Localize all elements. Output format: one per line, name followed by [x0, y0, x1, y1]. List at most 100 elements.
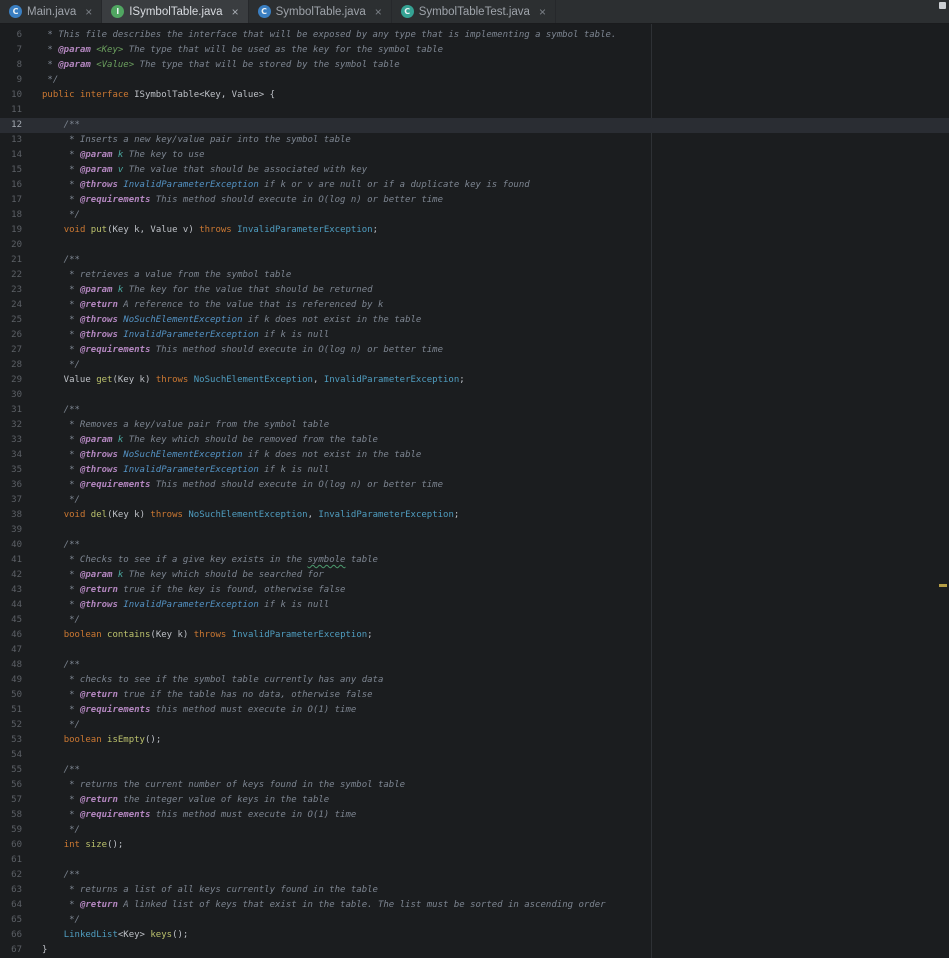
line-number[interactable]: 59: [0, 823, 22, 838]
inspections-indicator[interactable]: [939, 2, 946, 9]
line-number[interactable]: 31: [0, 403, 22, 418]
line-number[interactable]: 38: [0, 508, 22, 523]
code-line[interactable]: 30: [0, 388, 949, 403]
code-line[interactable]: 54: [0, 748, 949, 763]
close-icon[interactable]: ×: [232, 6, 239, 18]
code-line[interactable]: 40 /**: [0, 538, 949, 553]
scrollbar-error-stripe[interactable]: [937, 24, 949, 958]
code-line[interactable]: 34 * @throws NoSuchElementException if k…: [0, 448, 949, 463]
line-number[interactable]: 57: [0, 793, 22, 808]
code-line[interactable]: 57 * @return the integer value of keys i…: [0, 793, 949, 808]
line-number[interactable]: 22: [0, 268, 22, 283]
code-line[interactable]: 56 * returns the current number of keys …: [0, 778, 949, 793]
code-line[interactable]: 44 * @throws InvalidParameterException i…: [0, 598, 949, 613]
line-number[interactable]: 53: [0, 733, 22, 748]
code-line[interactable]: 45 */: [0, 613, 949, 628]
line-number[interactable]: 35: [0, 463, 22, 478]
tab-isymboltable-java[interactable]: I ISymbolTable.java ×: [102, 0, 249, 23]
tab-symboltabletest-java[interactable]: C SymbolTableTest.java ×: [392, 0, 556, 23]
line-number[interactable]: 56: [0, 778, 22, 793]
code-line[interactable]: 15 * @param v The value that should be a…: [0, 163, 949, 178]
code-line[interactable]: 59 */: [0, 823, 949, 838]
line-number[interactable]: 46: [0, 628, 22, 643]
line-number[interactable]: 12: [0, 118, 22, 133]
line-number[interactable]: 21: [0, 253, 22, 268]
code-line[interactable]: 10 public interface ISymbolTable<Key, Val…: [0, 88, 949, 103]
line-number[interactable]: 26: [0, 328, 22, 343]
code-line[interactable]: 41 * Checks to see if a give key exists …: [0, 553, 949, 568]
code-line[interactable]: 49 * checks to see if the symbol table c…: [0, 673, 949, 688]
code-line[interactable]: 28 */: [0, 358, 949, 373]
code-line[interactable]: 51 * @requirements this method must exec…: [0, 703, 949, 718]
code-line[interactable]: 11: [0, 103, 949, 118]
code-line[interactable]: 65 */: [0, 913, 949, 928]
line-number[interactable]: 28: [0, 358, 22, 373]
line-number[interactable]: 45: [0, 613, 22, 628]
line-number[interactable]: 63: [0, 883, 22, 898]
code-line[interactable]: 27 * @requirements This method should ex…: [0, 343, 949, 358]
code-line[interactable]: 12 /**: [0, 118, 949, 133]
code-line[interactable]: 7 * @param <Key> The type that will be u…: [0, 43, 949, 58]
code-line[interactable]: 9 */: [0, 73, 949, 88]
line-number[interactable]: 50: [0, 688, 22, 703]
code-line[interactable]: 29 Value get(Key k) throws NoSuchElement…: [0, 373, 949, 388]
code-line[interactable]: 60 int size();: [0, 838, 949, 853]
line-number[interactable]: 7: [0, 43, 22, 58]
code-line[interactable]: 50 * @return true if the table has no da…: [0, 688, 949, 703]
line-number[interactable]: 64: [0, 898, 22, 913]
line-number[interactable]: 27: [0, 343, 22, 358]
code-line[interactable]: 13 * Inserts a new key/value pair into t…: [0, 133, 949, 148]
line-number[interactable]: 44: [0, 598, 22, 613]
close-icon[interactable]: ×: [85, 6, 92, 18]
code-line[interactable]: 23 * @param k The key for the value that…: [0, 283, 949, 298]
code-line[interactable]: 25 * @throws NoSuchElementException if k…: [0, 313, 949, 328]
code-line[interactable]: 33 * @param k The key which should be re…: [0, 433, 949, 448]
code-line[interactable]: 17 * @requirements This method should ex…: [0, 193, 949, 208]
code-line[interactable]: 35 * @throws InvalidParameterException i…: [0, 463, 949, 478]
code-line[interactable]: 16 * @throws InvalidParameterException i…: [0, 178, 949, 193]
code-line[interactable]: 32 * Removes a key/value pair from the s…: [0, 418, 949, 433]
code-line[interactable]: 48 /**: [0, 658, 949, 673]
line-number[interactable]: 15: [0, 163, 22, 178]
code-line[interactable]: 62 /**: [0, 868, 949, 883]
line-number[interactable]: 8: [0, 58, 22, 73]
line-number[interactable]: 24: [0, 298, 22, 313]
code-line[interactable]: 53 boolean isEmpty();: [0, 733, 949, 748]
line-number[interactable]: 61: [0, 853, 22, 868]
line-number[interactable]: 6: [0, 28, 22, 43]
line-number[interactable]: 43: [0, 583, 22, 598]
line-number[interactable]: 54: [0, 748, 22, 763]
code-line[interactable]: 38 void del(Key k) throws NoSuchElementE…: [0, 508, 949, 523]
code-line[interactable]: 36 * @requirements This method should ex…: [0, 478, 949, 493]
line-number[interactable]: 13: [0, 133, 22, 148]
line-number[interactable]: 36: [0, 478, 22, 493]
line-number[interactable]: 60: [0, 838, 22, 853]
line-number[interactable]: 39: [0, 523, 22, 538]
code-line[interactable]: 67}: [0, 943, 949, 958]
line-number[interactable]: 14: [0, 148, 22, 163]
line-number[interactable]: 58: [0, 808, 22, 823]
tab-symboltable-java[interactable]: C SymbolTable.java ×: [249, 0, 392, 23]
line-number[interactable]: 65: [0, 913, 22, 928]
code-line[interactable]: 19 void put(Key k, Value v) throws Inval…: [0, 223, 949, 238]
code-line[interactable]: 64 * @return A linked list of keys that …: [0, 898, 949, 913]
line-number[interactable]: 32: [0, 418, 22, 433]
line-number[interactable]: 49: [0, 673, 22, 688]
line-number[interactable]: 17: [0, 193, 22, 208]
code-line[interactable]: 37 */: [0, 493, 949, 508]
line-number[interactable]: 16: [0, 178, 22, 193]
code-line[interactable]: 52 */: [0, 718, 949, 733]
line-number[interactable]: 34: [0, 448, 22, 463]
line-number[interactable]: 30: [0, 388, 22, 403]
line-number[interactable]: 37: [0, 493, 22, 508]
line-number[interactable]: 9: [0, 73, 22, 88]
line-number[interactable]: 20: [0, 238, 22, 253]
code-line[interactable]: 66 LinkedList<Key> keys();: [0, 928, 949, 943]
line-number[interactable]: 47: [0, 643, 22, 658]
line-number[interactable]: 10: [0, 88, 22, 103]
code-line[interactable]: 58 * @requirements this method must exec…: [0, 808, 949, 823]
line-number[interactable]: 66: [0, 928, 22, 943]
code-line[interactable]: 31 /**: [0, 403, 949, 418]
code-line[interactable]: 22 * retrieves a value from the symbol t…: [0, 268, 949, 283]
line-number[interactable]: 19: [0, 223, 22, 238]
